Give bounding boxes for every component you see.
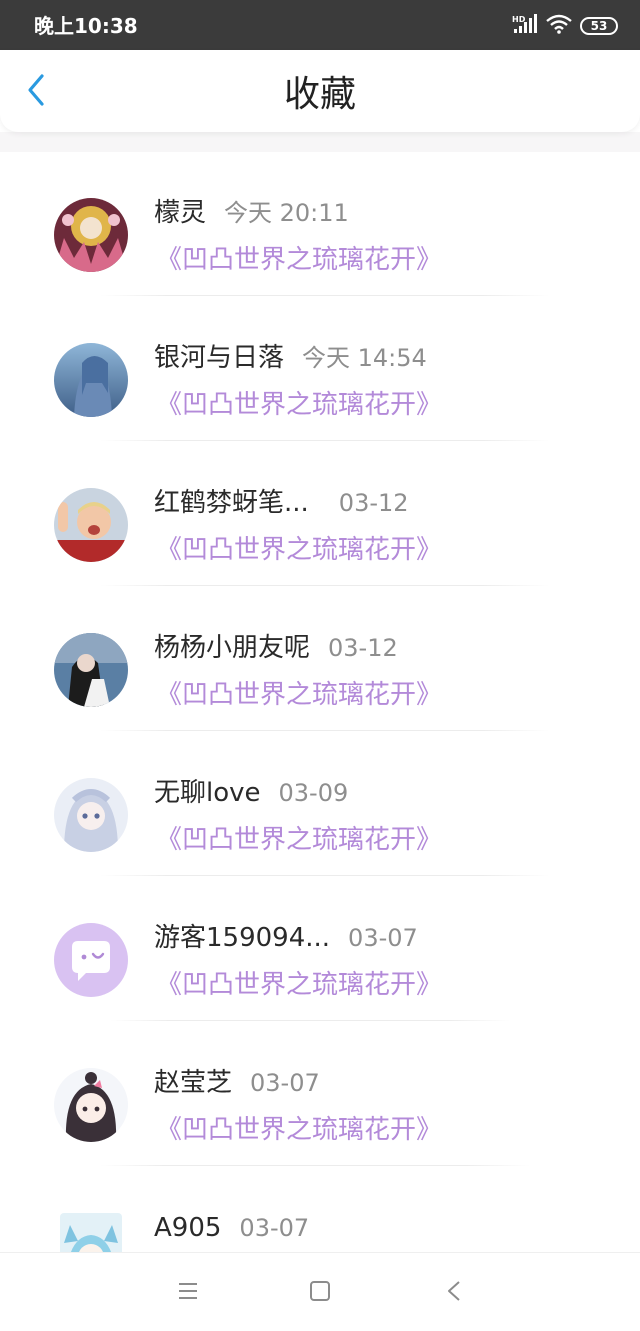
menu-icon: [177, 1282, 199, 1304]
item-work-title[interactable]: 《凹凸世界之琉璃花开》: [156, 533, 442, 567]
status-time: 晚上10:38: [34, 14, 138, 38]
item-time: 今天 14:54: [302, 344, 427, 372]
item-username[interactable]: A905: [154, 1211, 221, 1245]
header: 收藏: [0, 50, 640, 132]
status-icons: HD 53: [512, 14, 618, 38]
signal-icon: HD: [512, 14, 538, 38]
item-work-title[interactable]: 《凹凸世界之琉璃花开》: [156, 388, 442, 422]
item-header: 杨杨小朋友呢 03-12: [154, 631, 398, 665]
item-time: 03-09: [278, 779, 349, 807]
user-avatar[interactable]: [54, 633, 128, 707]
user-avatar[interactable]: [60, 1213, 122, 1252]
item-username[interactable]: 游客159094...: [154, 921, 330, 955]
item-time: 03-07: [250, 1069, 320, 1097]
user-avatar[interactable]: [54, 778, 128, 852]
item-header: 红鹤棼蚜笔... 03-12: [154, 486, 409, 520]
item-username[interactable]: 杨杨小朋友呢: [154, 631, 310, 665]
item-header: 游客159094... 03-07: [154, 921, 418, 955]
list-item[interactable]: 游客159094... 03-07 《凹凸世界之琉璃花开》: [0, 877, 640, 1022]
item-divider: [100, 730, 550, 731]
item-time: 03-07: [348, 924, 418, 952]
item-username[interactable]: 银河与日落: [154, 341, 284, 375]
item-username[interactable]: 檬灵: [154, 196, 206, 230]
menu-button[interactable]: [170, 1275, 206, 1311]
user-avatar[interactable]: [54, 343, 128, 417]
system-back-button[interactable]: [436, 1275, 472, 1311]
item-username[interactable]: 无聊love: [154, 776, 261, 810]
item-divider: [100, 875, 550, 876]
item-header: 银河与日落 今天 14:54: [154, 341, 427, 375]
item-work-title[interactable]: 《凹凸世界之琉璃花开》: [156, 823, 442, 857]
default-avatar-chat-icon[interactable]: [54, 923, 128, 997]
home-square-icon: [309, 1280, 331, 1306]
network-label: HD: [512, 15, 526, 24]
item-divider: [100, 295, 550, 296]
item-time: 03-12: [338, 489, 409, 517]
user-avatar[interactable]: [54, 1068, 128, 1142]
item-divider: [100, 440, 550, 441]
battery-icon: 53: [580, 17, 618, 35]
list-item[interactable]: 檬灵 今天 20:11 《凹凸世界之琉璃花开》: [0, 152, 640, 297]
page-title: 收藏: [283, 74, 356, 115]
item-time: 03-07: [239, 1214, 310, 1242]
item-header: A905 03-07: [154, 1211, 309, 1245]
item-header: 檬灵 今天 20:11: [154, 196, 349, 230]
list-item[interactable]: 赵莹芝 03-07 《凹凸世界之琉璃花开》: [0, 1022, 640, 1167]
item-work-title[interactable]: 《凹凸世界之琉璃花开》: [156, 678, 442, 712]
item-time: 03-12: [328, 634, 398, 662]
status-bar: 晚上10:38 HD 53: [0, 0, 640, 50]
item-divider: [110, 1020, 510, 1021]
wifi-icon: [546, 14, 572, 38]
home-button[interactable]: [302, 1275, 338, 1311]
favorites-list: 檬灵 今天 20:11 《凹凸世界之琉璃花开》 银河与日落 今天 14:54 《…: [0, 152, 640, 1252]
back-triangle-icon: [446, 1280, 462, 1306]
item-header: 无聊love 03-09: [154, 776, 348, 810]
header-spacer: [0, 132, 640, 152]
item-time: 今天 20:11: [224, 199, 349, 227]
user-avatar[interactable]: [54, 198, 128, 272]
list-item[interactable]: 无聊love 03-09 《凹凸世界之琉璃花开》: [0, 732, 640, 877]
item-divider: [100, 585, 550, 586]
item-work-title[interactable]: 《凹凸世界之琉璃花开》: [156, 1113, 442, 1147]
item-header: 赵莹芝 03-07: [154, 1066, 320, 1100]
item-username[interactable]: 红鹤棼蚜笔...: [154, 486, 309, 520]
list-item[interactable]: A905 03-07: [0, 1167, 640, 1252]
item-username[interactable]: 赵莹芝: [154, 1066, 232, 1100]
item-work-title[interactable]: 《凹凸世界之琉璃花开》: [156, 243, 442, 277]
list-item[interactable]: 红鹤棼蚜笔... 03-12 《凹凸世界之琉璃花开》: [0, 442, 640, 587]
item-divider: [100, 1165, 530, 1166]
list-item[interactable]: 银河与日落 今天 14:54 《凹凸世界之琉璃花开》: [0, 297, 640, 442]
user-avatar[interactable]: [54, 488, 128, 562]
system-nav-bar: [0, 1252, 640, 1331]
list-item[interactable]: 杨杨小朋友呢 03-12 《凹凸世界之琉璃花开》: [0, 587, 640, 732]
item-work-title[interactable]: 《凹凸世界之琉璃花开》: [156, 968, 442, 1002]
